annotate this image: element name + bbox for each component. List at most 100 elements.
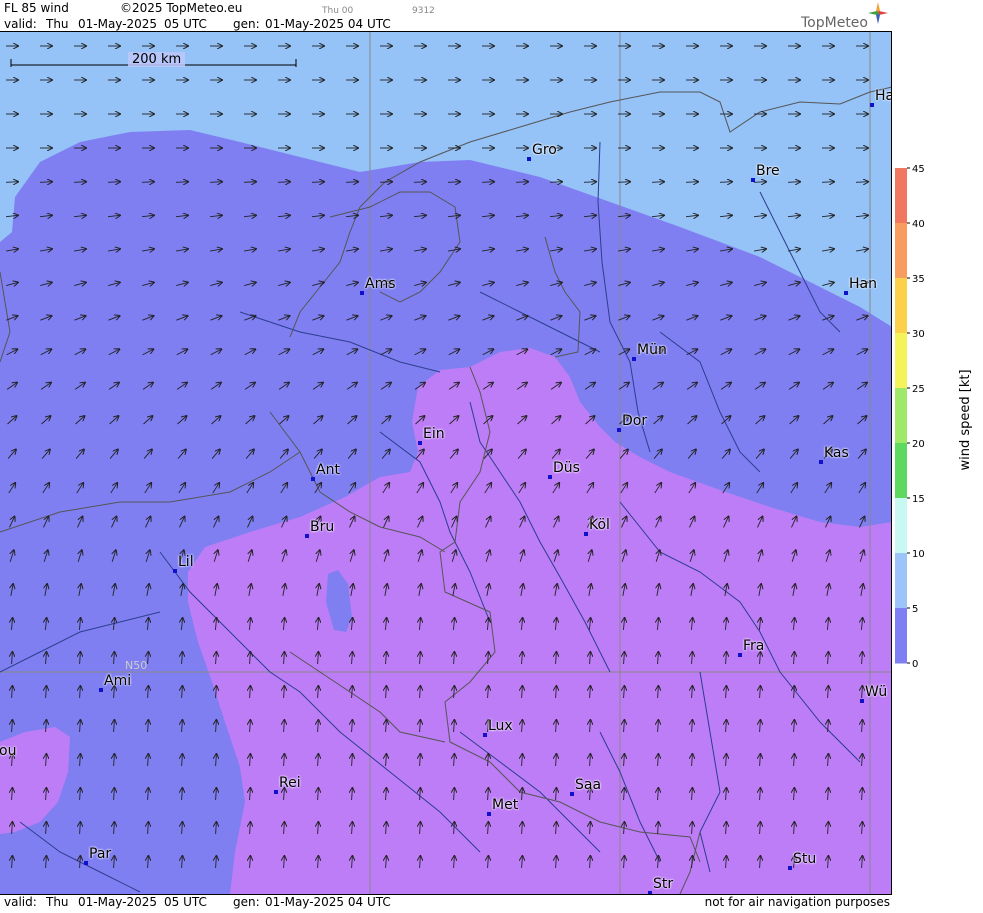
city-label: Ant xyxy=(316,462,340,478)
gen-label: gen: xyxy=(233,17,260,31)
wind-arrow xyxy=(753,182,766,183)
city-label: Rei xyxy=(279,775,301,791)
wind-arrow xyxy=(209,182,222,183)
footer-valid-day: Thu xyxy=(46,895,69,909)
city-label: Kas xyxy=(824,445,849,461)
city-dot xyxy=(819,460,823,464)
city-label: Fra xyxy=(743,638,765,654)
wind-arrow xyxy=(447,182,460,183)
city-label: Lux xyxy=(488,718,513,734)
city-label: Ami xyxy=(104,673,132,689)
city-dot xyxy=(418,441,422,445)
city-dot xyxy=(860,699,864,703)
city-label: Ein xyxy=(423,426,445,442)
legend-panel: 45 40 35 30 25 20 15 10 5 0 wind speed [kt] xyxy=(892,0,983,909)
city-dot xyxy=(844,291,848,295)
footer-gen-label: gen: xyxy=(233,895,260,909)
city-label: Düs xyxy=(553,460,580,476)
wind-arrow xyxy=(311,182,324,183)
city-dot xyxy=(632,357,636,361)
wind-arrow xyxy=(5,182,18,183)
city-dot xyxy=(788,866,792,870)
city-dot xyxy=(487,812,491,816)
legend-tick-label: 45 xyxy=(912,164,925,175)
wind-arrow xyxy=(617,182,630,183)
city-label: Mün xyxy=(637,342,667,358)
city-dot xyxy=(305,534,309,538)
wind-arrow xyxy=(549,182,562,183)
city-label: Met xyxy=(492,797,519,813)
city-label: Han xyxy=(849,276,877,292)
footer-valid-date: 01-May-2025 xyxy=(78,895,158,909)
valid-label: valid: xyxy=(4,17,37,31)
city-label: Bru xyxy=(310,519,335,535)
compass-logo-icon xyxy=(868,2,888,24)
legend-color-segment xyxy=(895,498,907,554)
city-label: Köl xyxy=(589,517,610,533)
copyright: ©2025 TopMeteo.eu xyxy=(120,1,243,15)
wind-arrow xyxy=(39,182,52,183)
wind-arrow xyxy=(481,182,494,183)
footer-gen-value: 01-May-2025 04 UTC xyxy=(265,895,391,909)
city-dot xyxy=(738,653,742,657)
city-dot xyxy=(584,532,588,536)
legend-tick-label: 0 xyxy=(912,659,918,670)
time-tag: Thu 00 xyxy=(322,6,354,16)
city-dot xyxy=(99,688,103,692)
product-title: FL 85 wind xyxy=(4,1,69,15)
city-label: Gro xyxy=(532,142,557,158)
wind-arrow xyxy=(379,182,392,183)
legend-color-segment xyxy=(895,168,907,224)
legend-tick-label: 5 xyxy=(912,604,918,615)
city-label: Ams xyxy=(365,276,396,292)
valid-time: 05 UTC xyxy=(164,17,207,31)
legend-color-segment xyxy=(895,223,907,279)
city-dot xyxy=(548,475,552,479)
valid-date: 01-May-2025 xyxy=(78,17,158,31)
code-tag: 9312 xyxy=(412,6,435,16)
legend-tick-label: 10 xyxy=(912,549,925,560)
city-label: Saa xyxy=(575,777,602,793)
wind-arrow xyxy=(175,182,188,183)
gen-value: 01-May-2025 04 UTC xyxy=(265,17,391,31)
city-label: Par xyxy=(89,846,112,862)
wind-arrow xyxy=(345,182,358,183)
footer-valid-time: 05 UTC xyxy=(164,895,207,909)
legend-color-segment xyxy=(895,608,907,664)
wind-arrow xyxy=(277,182,290,183)
wind-speed-legend: 45 40 35 30 25 20 15 10 5 0 wind speed [kt] xyxy=(895,164,973,670)
disclaimer: not for air navigation purposes xyxy=(704,895,890,909)
map-footer: valid: Thu 01-May-2025 05 UTC gen: 01-Ma… xyxy=(0,894,892,909)
map-canvas xyxy=(0,32,891,894)
city-dot xyxy=(84,861,88,865)
legend-color-segment xyxy=(895,278,907,334)
legend-color-segment xyxy=(895,388,907,444)
legend-tick-label: 35 xyxy=(912,274,925,285)
city-dot xyxy=(527,157,531,161)
legend-tick-label: 30 xyxy=(912,329,925,340)
city-label: Ha xyxy=(875,88,891,104)
city-label: Str xyxy=(653,876,674,892)
wind-arrow xyxy=(685,182,698,183)
legend-tick-label: 25 xyxy=(912,384,925,395)
wind-arrow xyxy=(821,182,834,183)
legend-color-bar xyxy=(895,168,907,664)
city-label: Wü xyxy=(865,684,888,700)
wind-arrow xyxy=(719,182,732,183)
legend-tick-label: 40 xyxy=(912,219,925,230)
city-label: ou xyxy=(0,743,17,759)
city-dot xyxy=(483,733,487,737)
legend-title: wind speed [kt] xyxy=(958,369,973,470)
wind-map: 200 km N50 Ha Gro Bre Ams Han Mün Ein Do… xyxy=(0,32,892,894)
legend-tick-label: 15 xyxy=(912,494,925,505)
footer-valid-label: valid: xyxy=(4,895,37,909)
wind-arrow xyxy=(107,182,120,183)
legend-color-segment xyxy=(895,553,907,609)
wind-arrow xyxy=(583,182,596,183)
legend-color-segment xyxy=(895,333,907,389)
city-dot xyxy=(173,569,177,573)
city-label: Stu xyxy=(793,851,817,867)
city-dot xyxy=(311,477,315,481)
city-label: Bre xyxy=(756,163,780,179)
scale-label: 200 km xyxy=(128,52,186,67)
